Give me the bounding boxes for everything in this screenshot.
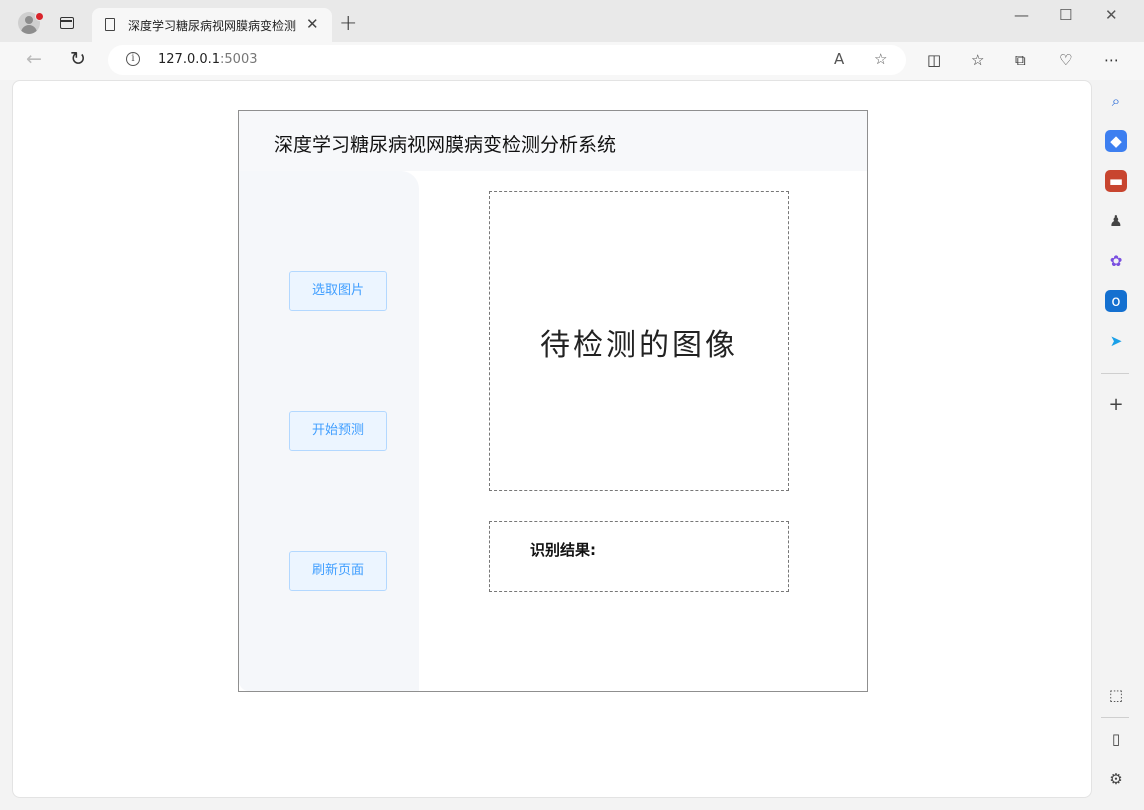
add-icon[interactable]: +: [1105, 394, 1127, 416]
sidebar-separator: [1101, 373, 1129, 374]
favorites-icon[interactable]: ☆: [971, 51, 984, 69]
image-placeholder-text: 待检测的图像: [540, 328, 738, 363]
favorite-star-icon[interactable]: ☆: [874, 50, 887, 68]
app-title: 深度学习糖尿病视网膜病变检测分析系统: [274, 134, 617, 156]
more-options-icon[interactable]: ⋯: [1104, 51, 1119, 69]
collections-icon[interactable]: ⧉: [1015, 51, 1026, 69]
settings-icon[interactable]: ⚙: [1105, 768, 1127, 790]
result-label: 识别结果:: [530, 541, 596, 559]
browser-essentials-icon[interactable]: ♡: [1059, 51, 1072, 69]
app-header: 深度学习糖尿病视网膜病变检测分析系统: [239, 111, 867, 171]
split-screen-icon[interactable]: ◫: [927, 51, 941, 69]
tab-close-icon[interactable]: ✕: [306, 15, 319, 33]
search-icon[interactable]: ⌕: [1105, 90, 1127, 112]
sidebar-separator: [1101, 717, 1129, 718]
sidebar-toggle-icon[interactable]: ▯: [1105, 728, 1127, 750]
image-preview-box[interactable]: 待检测的图像: [489, 191, 789, 491]
tab-title: 深度学习糖尿病视网膜病变检测分析系统: [128, 19, 296, 33]
maximize-button[interactable]: ☐: [1059, 6, 1072, 24]
toolbox-icon[interactable]: ▬: [1105, 170, 1127, 192]
new-tab-button[interactable]: +: [339, 11, 357, 36]
refresh-page-button[interactable]: 刷新页面: [289, 551, 387, 591]
address-url[interactable]: 127.0.0.1:5003: [158, 52, 258, 67]
app-container: 深度学习糖尿病视网膜病变检测分析系统 选取图片 开始预测 刷新页面 待检测的图像…: [238, 110, 868, 692]
select-image-button[interactable]: 选取图片: [289, 271, 387, 311]
close-window-button[interactable]: ✕: [1105, 6, 1118, 24]
read-aloud-icon[interactable]: A: [834, 50, 844, 68]
page-icon: [105, 18, 115, 31]
site-info-icon[interactable]: i: [126, 52, 140, 66]
result-box: 识别结果:: [489, 521, 789, 592]
page-viewport: 深度学习糖尿病视网膜病变检测分析系统 选取图片 开始预测 刷新页面 待检测的图像…: [12, 80, 1092, 798]
chess-icon[interactable]: ♟: [1105, 210, 1127, 232]
copilot-icon[interactable]: ✿: [1105, 250, 1127, 272]
edge-sidebar: ⌕ ◆ ▬ ♟ ✿ o ➤ + ⬚ ▯ ⚙: [1093, 80, 1144, 810]
minimize-button[interactable]: —: [1014, 6, 1029, 24]
tag-icon[interactable]: ◆: [1105, 130, 1127, 152]
refresh-icon[interactable]: ↻: [70, 48, 86, 70]
send-icon[interactable]: ➤: [1105, 330, 1127, 352]
back-icon[interactable]: ←: [26, 48, 42, 70]
notification-dot: [35, 12, 44, 21]
browser-titlebar: 深度学习糖尿病视网膜病变检测分析系统 ✕ + — ☐ ✕: [0, 0, 1144, 42]
screenshot-icon[interactable]: ⬚: [1105, 684, 1127, 706]
browser-toolbar: ← ↻ i 127.0.0.1:5003 A ☆ ◫ ☆ ⧉ ♡ ⋯: [0, 42, 1144, 80]
start-predict-button[interactable]: 开始预测: [289, 411, 387, 451]
browser-tab[interactable]: 深度学习糖尿病视网膜病变检测分析系统 ✕: [92, 8, 332, 42]
outlook-icon[interactable]: o: [1105, 290, 1127, 312]
control-panel: 选取图片 开始预测 刷新页面: [239, 171, 419, 691]
address-bar[interactable]: i 127.0.0.1:5003 A ☆: [108, 45, 906, 75]
tab-actions-icon[interactable]: [60, 17, 74, 29]
